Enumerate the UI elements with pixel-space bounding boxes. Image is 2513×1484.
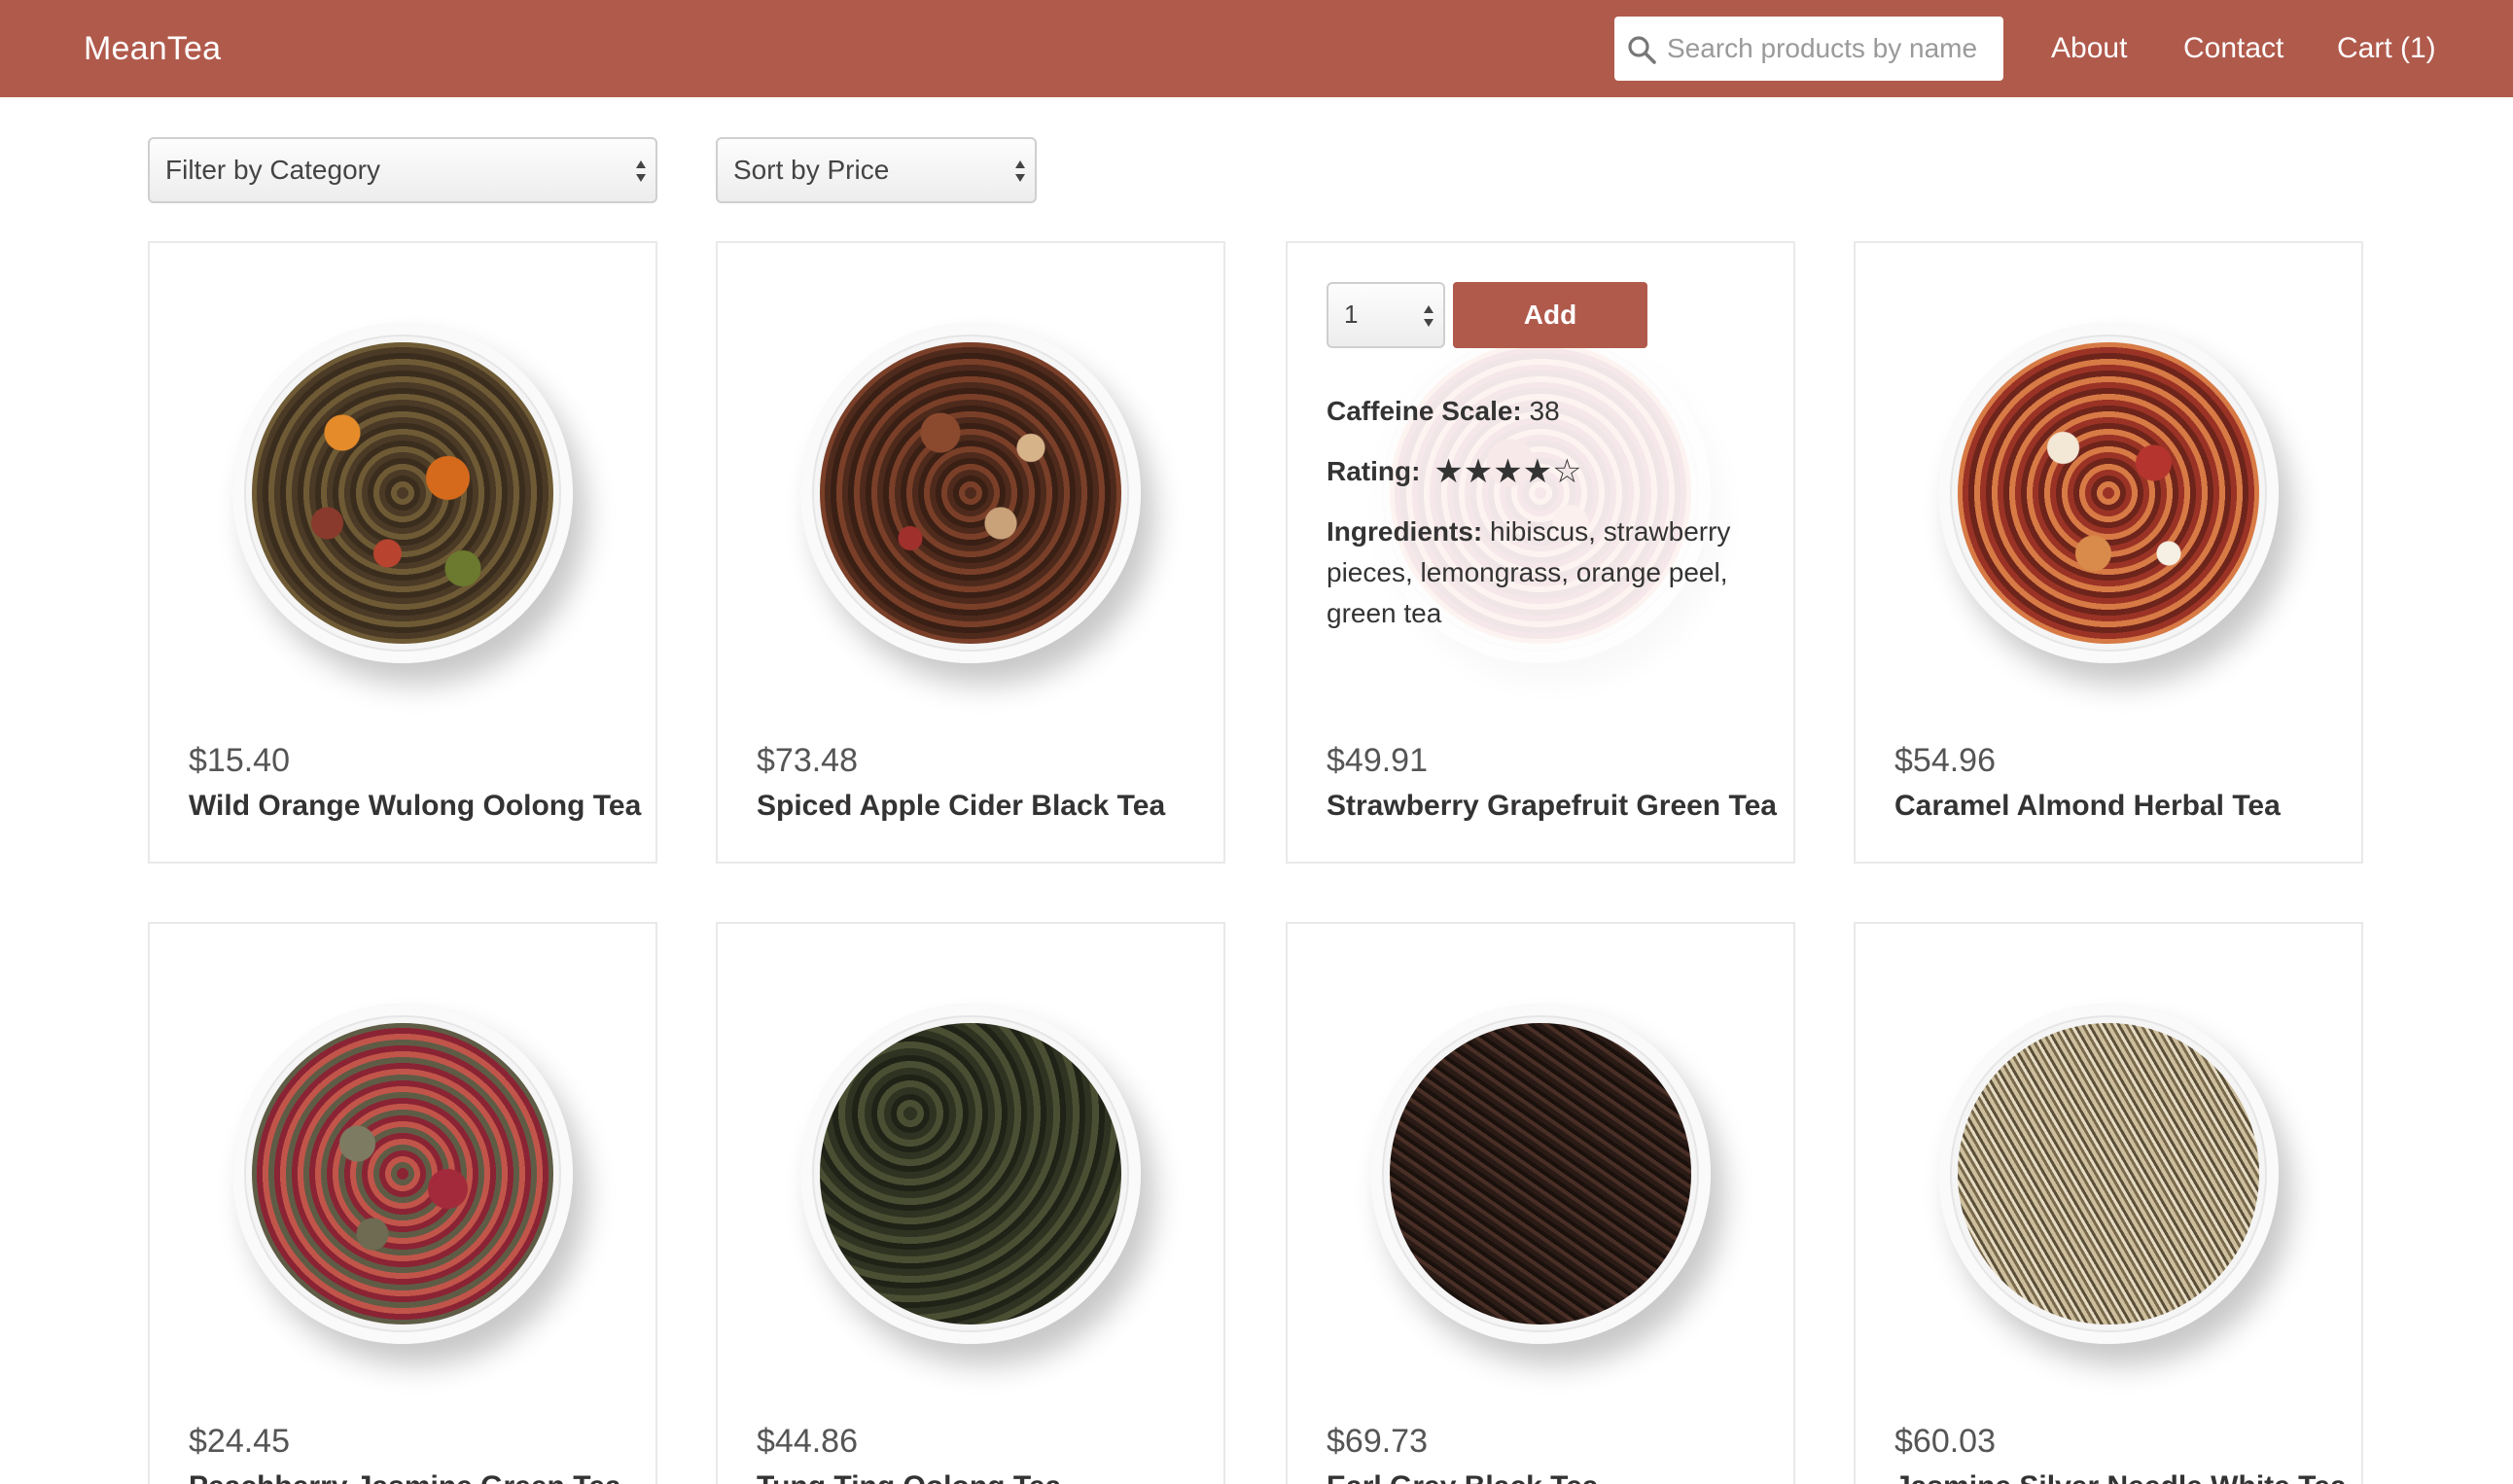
- category-filter-label: Filter by Category: [165, 155, 380, 185]
- quantity-value: 1: [1344, 300, 1359, 329]
- nav-cart-link[interactable]: Cart (1): [2337, 29, 2436, 68]
- search-box[interactable]: [1614, 17, 2003, 81]
- product-price: $15.40: [189, 742, 290, 779]
- rating-stars: ★★★★☆: [1433, 453, 1581, 494]
- quantity-select[interactable]: 1: [1327, 282, 1445, 348]
- star-filled-icon: ★: [1433, 452, 1464, 490]
- product-name[interactable]: Spiced Apple Cider Black Tea: [757, 788, 1165, 825]
- product-name[interactable]: Peachberry Jasmine Green Tea: [189, 1468, 621, 1484]
- caffeine-label: Caffeine Scale:: [1327, 396, 1522, 426]
- nav-about-link[interactable]: About: [2051, 29, 2127, 68]
- caffeine-value: 38: [1529, 396, 1560, 426]
- sort-price-select[interactable]: Sort by Price: [716, 137, 1037, 203]
- product-price: $60.03: [1894, 1423, 1996, 1460]
- rating: Rating: ★★★★☆: [1327, 451, 1582, 494]
- product-card[interactable]: $73.48 Spiced Apple Cider Black Tea: [716, 241, 1225, 864]
- product-card[interactable]: $24.45 Peachberry Jasmine Green Tea: [148, 922, 657, 1484]
- product-card[interactable]: $54.96 Caramel Almond Herbal Tea: [1854, 241, 2363, 864]
- product-price: $69.73: [1327, 1423, 1428, 1460]
- rating-label: Rating:: [1327, 456, 1421, 486]
- search-icon: [1628, 36, 1656, 64]
- product-name[interactable]: Tung Ting Oolong Tea: [757, 1468, 1061, 1484]
- star-filled-icon: ★: [1463, 452, 1494, 490]
- tea-bowl-image[interactable]: [1370, 1004, 1711, 1344]
- product-price: $24.45: [189, 1423, 290, 1460]
- select-arrows-icon: [1424, 305, 1433, 327]
- product-card[interactable]: $44.86 Tung Ting Oolong Tea: [716, 922, 1225, 1484]
- product-name[interactable]: Caramel Almond Herbal Tea: [1894, 788, 2281, 825]
- product-card-hovered[interactable]: 1 Add Caffeine Scale: 38 Rating: ★★★★☆ I…: [1286, 241, 1795, 864]
- product-name[interactable]: Earl Grey Black Tea: [1327, 1468, 1599, 1484]
- tea-bowl-image[interactable]: [800, 323, 1141, 663]
- ingredients-label: Ingredients:: [1327, 516, 1483, 547]
- product-name[interactable]: Strawberry Grapefruit Green Tea: [1327, 788, 1777, 825]
- select-arrows-icon: [636, 160, 646, 182]
- product-name[interactable]: Jasmine Silver Needle White Tea: [1894, 1468, 2347, 1484]
- product-card[interactable]: $69.73 Earl Grey Black Tea: [1286, 922, 1795, 1484]
- star-filled-icon: ★: [1493, 452, 1523, 490]
- tea-bowl-image[interactable]: [1938, 323, 2279, 663]
- product-price: $44.86: [757, 1423, 858, 1460]
- category-filter-select[interactable]: Filter by Category: [148, 137, 657, 203]
- top-navbar: MeanTea About Contact Cart (1): [0, 0, 2513, 97]
- ingredients: Ingredients: hibiscus, strawberry pieces…: [1327, 512, 1764, 634]
- product-card[interactable]: $60.03 Jasmine Silver Needle White Tea: [1854, 922, 2363, 1484]
- search-input[interactable]: [1667, 26, 1988, 71]
- tea-bowl-image[interactable]: [1938, 1004, 2279, 1344]
- caffeine-scale: Caffeine Scale: 38: [1327, 391, 1560, 432]
- product-price: $73.48: [757, 742, 858, 779]
- tea-bowl-image[interactable]: [232, 323, 573, 663]
- sort-price-label: Sort by Price: [733, 155, 890, 185]
- tea-bowl-image[interactable]: [800, 1004, 1141, 1344]
- product-price: $54.96: [1894, 742, 1996, 779]
- star-filled-icon: ★: [1522, 452, 1553, 490]
- add-to-cart-button[interactable]: Add: [1453, 282, 1647, 348]
- tea-bowl-image[interactable]: [232, 1004, 573, 1344]
- select-arrows-icon: [1015, 160, 1025, 182]
- product-name[interactable]: Wild Orange Wulong Oolong Tea: [189, 788, 641, 825]
- nav-contact-link[interactable]: Contact: [2183, 29, 2283, 68]
- star-empty-icon: ☆: [1552, 452, 1582, 490]
- brand-logo[interactable]: MeanTea: [84, 29, 221, 68]
- product-card[interactable]: $15.40 Wild Orange Wulong Oolong Tea: [148, 241, 657, 864]
- product-price: $49.91: [1327, 742, 1428, 779]
